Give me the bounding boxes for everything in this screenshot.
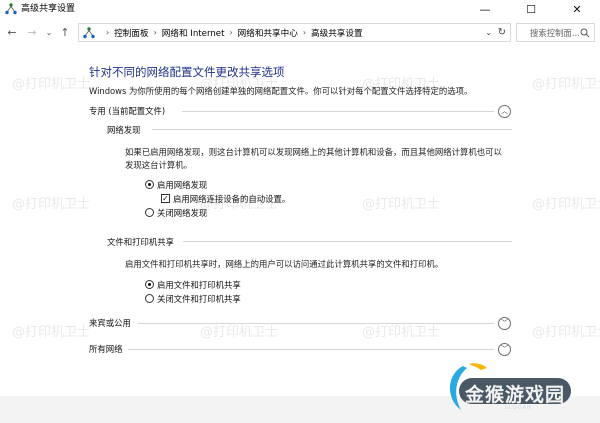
- recent-locations-icon[interactable]: ⌄: [41, 26, 57, 40]
- watermark-text: @打印机卫士: [532, 325, 600, 340]
- network-icon: [5, 3, 17, 15]
- search-input[interactable]: 搜索控制面...: [516, 23, 595, 42]
- disable-file-printer-sharing-radio[interactable]: [145, 294, 154, 303]
- section-divider: [182, 111, 494, 112]
- address-bar[interactable]: › 控制面板 › 网络和 Internet › 网络和共享中心 › 高级共享设置…: [78, 23, 511, 42]
- watermark-text: @打印机卫士: [12, 325, 91, 340]
- breadcrumb-control-panel[interactable]: 控制面板: [114, 27, 148, 39]
- disable-file-printer-sharing-label[interactable]: 关闭文件和打印机共享: [157, 293, 241, 305]
- enable-file-printer-sharing-radio[interactable]: [145, 280, 154, 289]
- subsection-divider: [183, 241, 512, 242]
- guest-public-label[interactable]: 来宾或公用: [89, 317, 131, 329]
- title-bar: 高级共享设置 — ☐ ✕: [0, 0, 600, 18]
- back-arrow-icon[interactable]: ←: [4, 26, 20, 40]
- watermark-text: @打印机卫士: [532, 197, 600, 212]
- watermark-text: @打印机卫士: [200, 197, 279, 212]
- collapse-chevron-icon[interactable]: ︿: [498, 105, 511, 118]
- address-row: ← → ⌄ ↑ › 控制面板 › 网络和 Internet › 网络和共享中心 …: [0, 18, 600, 47]
- network-discovery-description: 如果已启用网络发现，则这台计算机可以发现网络上的其他计算机和设备，而且其他网络计…: [125, 147, 502, 170]
- file-printer-sharing-description: 启用文件和打印机共享时，网络上的用户可以访问通过此计算机共享的文件和打印机。: [125, 259, 444, 269]
- enable-network-discovery-label[interactable]: 启用网络发现: [157, 179, 207, 191]
- breadcrumb-separator-icon: ›: [153, 28, 157, 37]
- search-icon[interactable]: [580, 28, 590, 38]
- file-printer-sharing-title: 文件和打印机共享: [107, 237, 174, 247]
- watermark-text: @打印机卫士: [200, 77, 279, 92]
- logo-slogan: SLOGAN: [505, 405, 532, 411]
- maximize-button[interactable]: ☐: [508, 0, 554, 18]
- watermark-text: @打印机卫士: [200, 325, 279, 340]
- up-arrow-icon[interactable]: ↑: [57, 26, 73, 40]
- section-divider: [128, 349, 494, 350]
- breadcrumb-separator-icon: ›: [229, 28, 233, 37]
- network-discovery-title: 网络发现: [107, 125, 141, 135]
- breadcrumb-advanced-sharing[interactable]: 高级共享设置: [311, 27, 363, 39]
- watermark-text: @打印机卫士: [362, 325, 441, 340]
- disable-network-discovery-radio[interactable]: [145, 208, 154, 217]
- breadcrumb: › 控制面板 › 网络和 Internet › 网络和共享中心 › 高级共享设置: [101, 24, 363, 41]
- breadcrumb-separator-icon: ›: [302, 28, 307, 37]
- expand-chevron-icon[interactable]: ﹀: [498, 317, 511, 330]
- network-icon: [83, 27, 95, 39]
- refresh-icon[interactable]: ↻: [498, 25, 506, 40]
- breadcrumb-network-internet[interactable]: 网络和 Internet: [162, 27, 225, 39]
- search-placeholder: 搜索控制面...: [530, 28, 580, 38]
- watermark-text: @打印机卫士: [362, 197, 441, 212]
- section-divider: [138, 323, 494, 324]
- watermark-text: @打印机卫士: [532, 77, 600, 92]
- expand-chevron-icon[interactable]: ﹀: [498, 343, 511, 356]
- site-logo: 金猴游戏园 SLOGAN: [443, 360, 573, 418]
- watermark-text: @打印机卫士: [12, 77, 91, 92]
- watermark-text: @打印机卫士: [362, 77, 441, 92]
- address-dropdown-icon[interactable]: ⌄: [485, 25, 492, 40]
- subsection-divider: [152, 129, 512, 130]
- enable-network-discovery-radio[interactable]: [145, 180, 154, 189]
- minimize-button[interactable]: —: [462, 0, 508, 18]
- window-title: 高级共享设置: [21, 4, 76, 14]
- breadcrumb-separator-icon: ›: [106, 28, 110, 37]
- close-button[interactable]: ✕: [554, 0, 600, 18]
- auto-setup-checkbox[interactable]: ✓: [161, 194, 170, 203]
- breadcrumb-network-sharing-center[interactable]: 网络和共享中心: [238, 27, 298, 39]
- watermark-text: @打印机卫士: [12, 197, 91, 212]
- all-networks-label[interactable]: 所有网络: [89, 343, 123, 355]
- private-profile-label[interactable]: 专用 (当前配置文件): [89, 105, 165, 117]
- forward-arrow-icon[interactable]: →: [24, 26, 40, 40]
- logo-text: 金猴游戏园: [465, 384, 566, 406]
- enable-file-printer-sharing-label[interactable]: 启用文件和打印机共享: [157, 279, 241, 291]
